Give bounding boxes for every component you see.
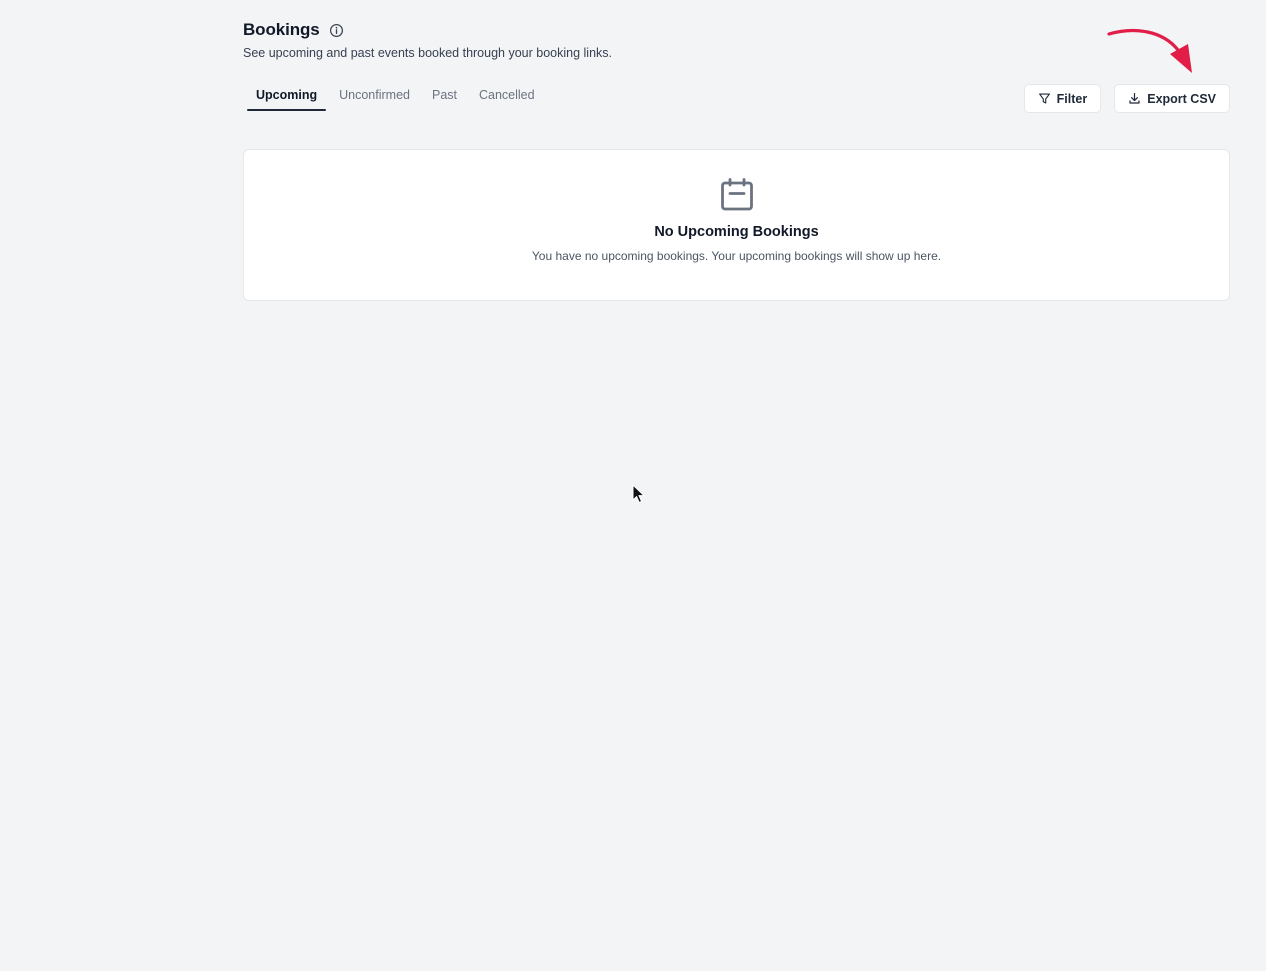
export-label: Export CSV [1147, 91, 1216, 106]
annotation-arrow-icon [1107, 28, 1192, 73]
bookings-page: Bookings See upcoming and past events bo… [0, 0, 1266, 971]
booking-tabs: Upcoming Unconfirmed Past Cancelled [247, 84, 548, 111]
page-header: Bookings See upcoming and past events bo… [243, 20, 612, 60]
title-row: Bookings [243, 20, 612, 40]
download-icon [1128, 92, 1141, 105]
page-title: Bookings [243, 20, 320, 39]
page-subtitle: See upcoming and past events booked thro… [243, 46, 612, 60]
empty-state-description: You have no upcoming bookings. Your upco… [531, 249, 942, 263]
toolbar-actions: Filter Export CSV [1023, 84, 1230, 113]
tab-upcoming[interactable]: Upcoming [247, 84, 327, 111]
info-icon[interactable] [329, 23, 344, 38]
filter-label: Filter [1056, 91, 1088, 106]
filter-icon [1038, 92, 1051, 105]
tab-unconfirmed[interactable]: Unconfirmed [330, 84, 419, 110]
tab-cancelled[interactable]: Cancelled [470, 84, 544, 110]
export-csv-button[interactable]: Export CSV [1114, 84, 1230, 113]
mouse-cursor-icon [632, 484, 646, 504]
tab-past[interactable]: Past [423, 84, 466, 110]
empty-state-card: No Upcoming Bookings You have no upcomin… [243, 149, 1230, 301]
calendar-icon [721, 178, 753, 211]
filter-button[interactable]: Filter [1023, 84, 1102, 113]
empty-state-title: No Upcoming Bookings [654, 224, 819, 240]
